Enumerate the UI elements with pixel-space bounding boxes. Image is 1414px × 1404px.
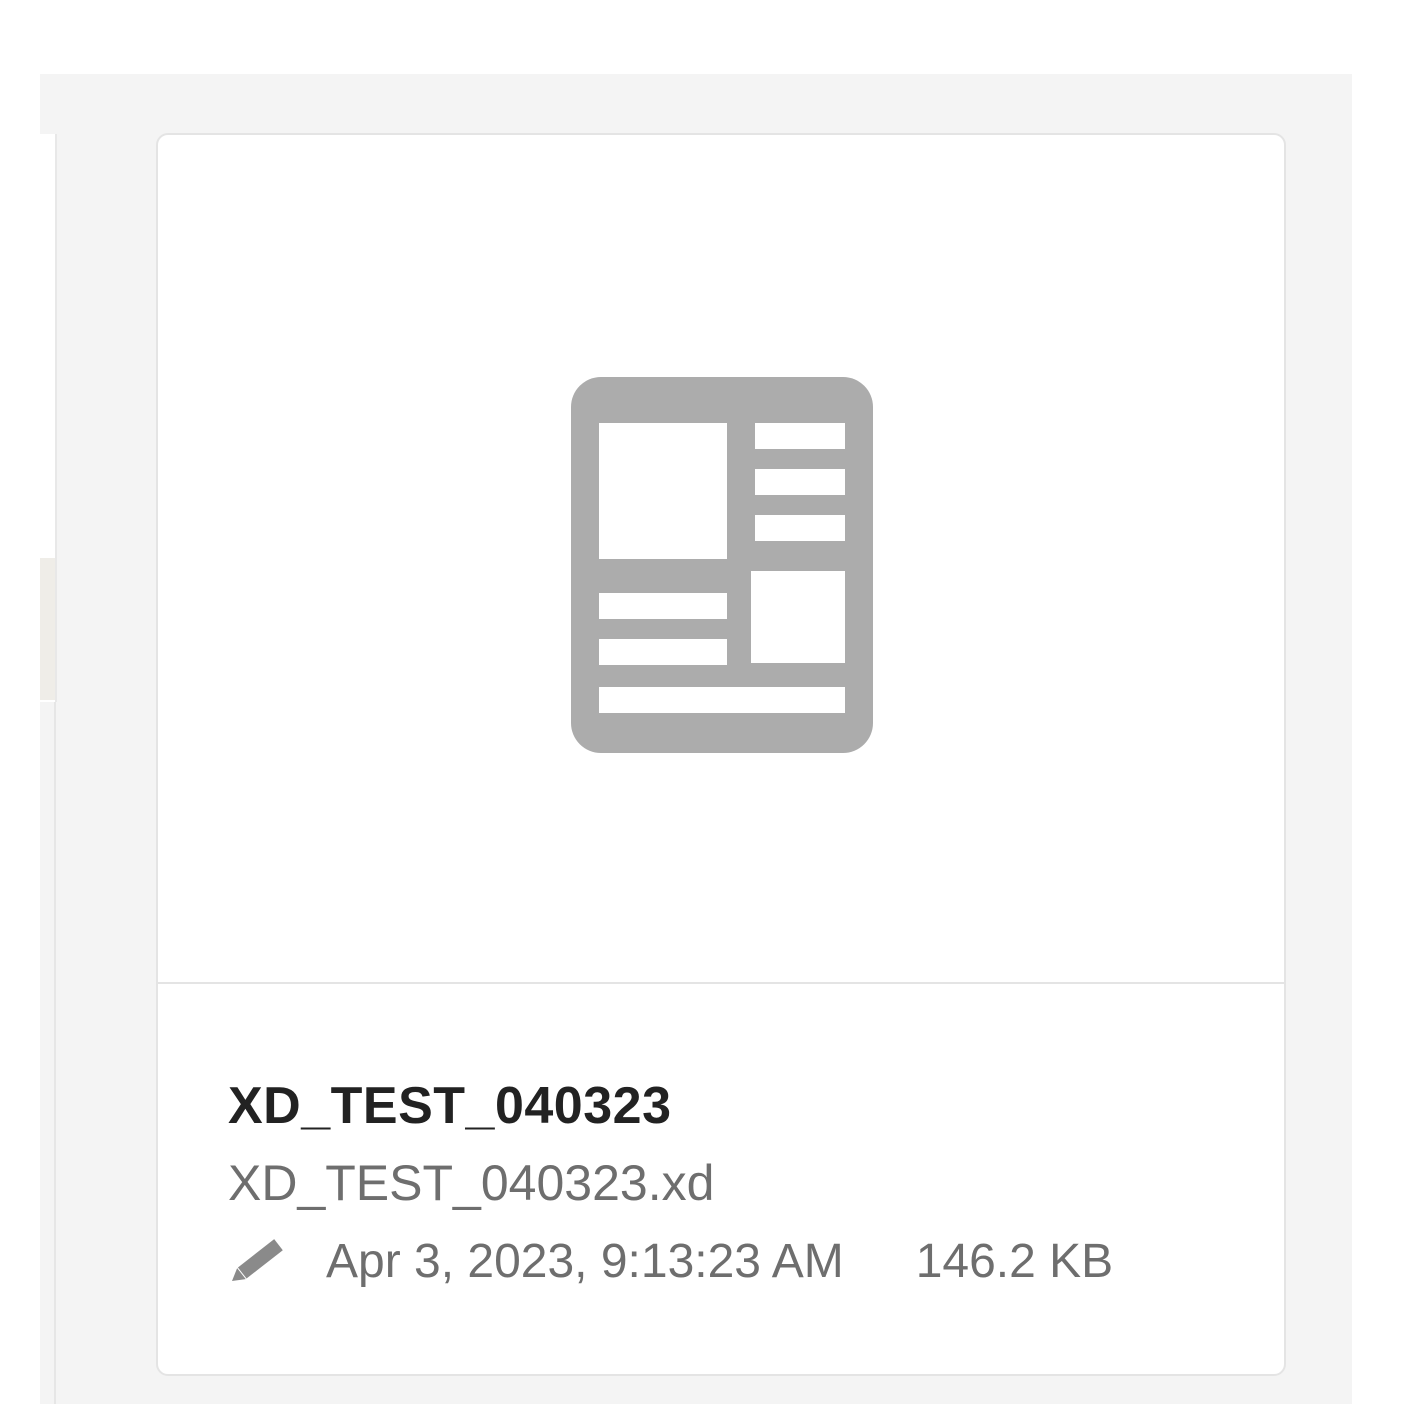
file-name: XD_TEST_040323.xd — [228, 1155, 715, 1211]
pencil-icon — [232, 1239, 283, 1281]
adjacent-file-card-footer — [40, 558, 55, 700]
divider — [54, 702, 56, 1404]
modified-date: Apr 3, 2023, 9:13:23 AM — [326, 1234, 844, 1288]
xd-document-placeholder-icon — [571, 377, 873, 753]
adjacent-file-card[interactable] — [40, 134, 57, 702]
file-size: 146.2 KB — [915, 1234, 1114, 1288]
file-title[interactable]: XD_TEST_040323 — [228, 1075, 1244, 1137]
file-card[interactable]: XD_TEST_040323 XD_TEST_040323.xd Apr 3, … — [156, 133, 1286, 1376]
file-thumbnail[interactable] — [158, 135, 1284, 984]
file-meta: Apr 3, 2023, 9:13:23 AM 146.2 KB — [228, 1231, 1244, 1291]
file-info: XD_TEST_040323 XD_TEST_040323.xd Apr 3, … — [228, 1075, 1244, 1291]
